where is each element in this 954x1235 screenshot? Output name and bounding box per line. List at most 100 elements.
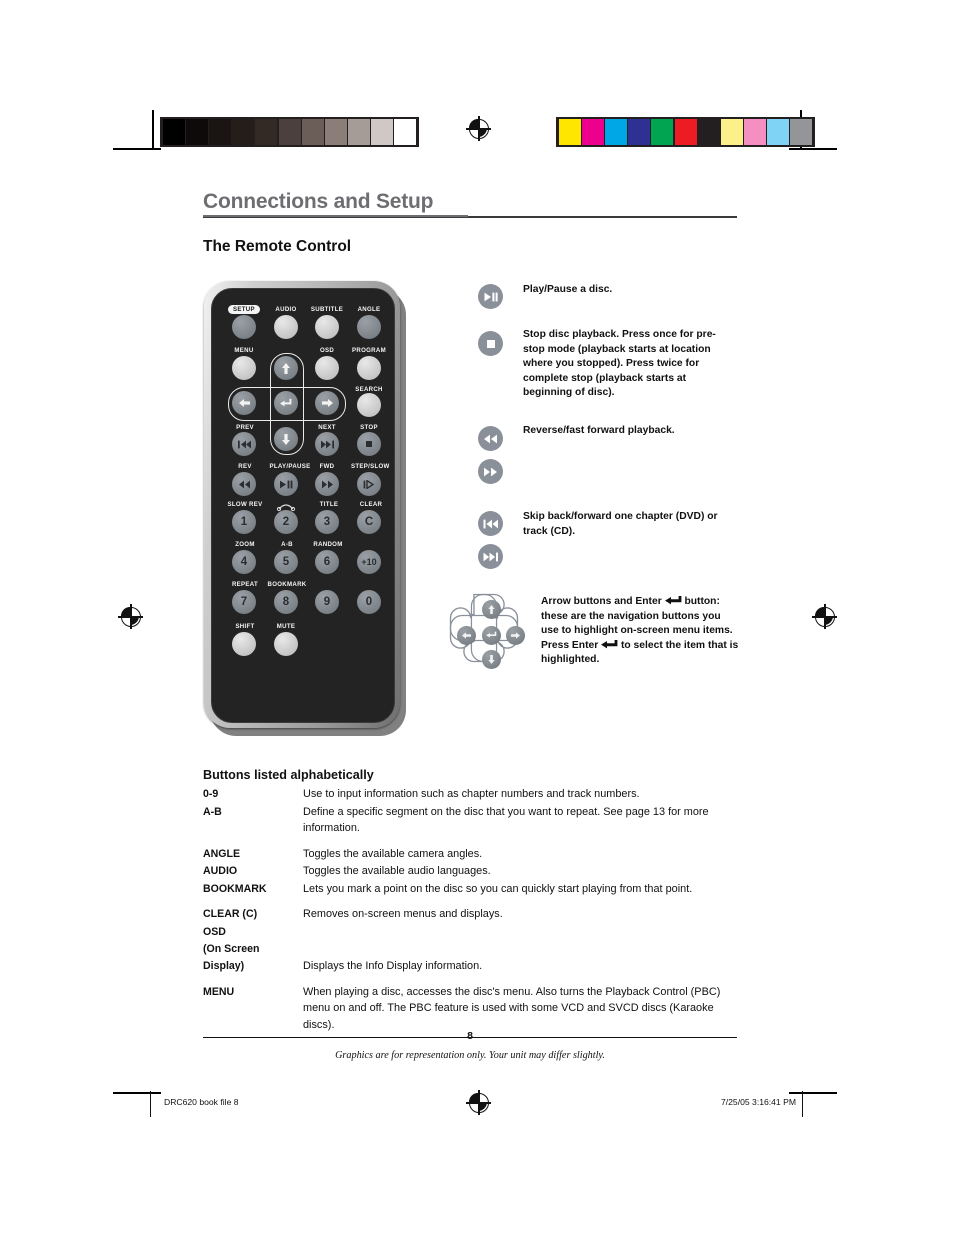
remote-label-slow-rev: SLOW REV [227, 501, 263, 508]
process-color-bar [556, 117, 816, 147]
button-list-description: Displays the Info Display information. [303, 960, 483, 973]
remote-label-random: RANDOM [313, 541, 343, 548]
remote-button-clear[interactable]: C [357, 510, 381, 534]
remote-button-next[interactable] [315, 432, 339, 456]
dpad-down-button[interactable] [481, 650, 501, 669]
remote-button-7[interactable]: 7 [232, 590, 256, 614]
button-list-row: (On Screen [203, 941, 737, 957]
remote-label-search: SEARCH [355, 386, 383, 393]
remote-button-arrow-right[interactable] [315, 391, 339, 415]
remote-button-enter[interactable] [274, 391, 298, 415]
enter-arrow-icon-2 [601, 639, 618, 649]
remote-button-0[interactable]: 0 [357, 590, 381, 614]
remote-button-3[interactable]: 3 [315, 510, 339, 534]
color-swatch [255, 119, 278, 145]
dpad-up-button[interactable] [481, 600, 501, 619]
color-swatch [185, 119, 208, 145]
button-list-description [303, 924, 737, 940]
remote-label-setup: SETUP [228, 305, 260, 314]
remote-button-5[interactable]: 5 [274, 550, 298, 574]
crop-mark-top-left-h [113, 148, 161, 150]
remote-label-rev: REV [238, 463, 252, 470]
arrow-up-icon [282, 362, 290, 374]
remote-button-step-slow[interactable] [357, 472, 381, 496]
color-swatch [348, 119, 371, 145]
remote-button-stop[interactable] [357, 432, 381, 456]
remote-label-menu: MENU [234, 347, 254, 354]
remote-button-8[interactable]: 8 [274, 590, 298, 614]
remote-label-clear: CLEAR [359, 501, 383, 508]
color-swatch [674, 119, 697, 145]
registration-mark-left [118, 604, 143, 629]
slug-rule-left [150, 1091, 152, 1117]
enter-arrow-icon [664, 596, 681, 605]
remote-button-shift[interactable] [232, 632, 256, 656]
chapter-title-underline [203, 215, 468, 218]
skip-back-icon [483, 519, 498, 528]
arrow-right-icon [511, 631, 520, 639]
buttons-alphabetical-list: 0-9 Use to input information such as chap… [203, 786, 737, 1034]
dpad-enter-button[interactable] [481, 625, 501, 645]
remote-button-menu[interactable] [232, 356, 256, 380]
remote-button-9[interactable]: 9 [315, 590, 339, 614]
remote-button-subtitle[interactable] [315, 315, 339, 339]
remote-button-play-pause[interactable] [274, 472, 298, 496]
annotation-play-pause-icon [478, 284, 503, 309]
button-list-row: OSD [203, 924, 737, 940]
enter-icon [485, 631, 496, 638]
button-list-term: BOOKMARK [203, 882, 267, 895]
slug-right-text: 7/25/05 3:16:41 PM [720, 1097, 796, 1107]
button-list-term: OSD [203, 925, 226, 938]
annotation-stop-text: Stop disc playback. Press once for pre-s… [523, 329, 716, 399]
remote-button-prev[interactable] [232, 432, 256, 456]
color-swatch [162, 119, 185, 145]
remote-label-ab: A-B [281, 541, 293, 548]
remote-button-arrow-left[interactable] [232, 391, 256, 415]
remote-button-program[interactable] [357, 356, 381, 380]
color-swatch [720, 119, 743, 145]
button-list-description: Toggles the available camera angles. [303, 847, 483, 860]
annotation-skip-forward-icon [478, 544, 503, 569]
grayscale-color-bar [160, 117, 420, 147]
crop-mark-bottom-left-h [113, 1092, 161, 1094]
annotation-rewind-icon [478, 426, 503, 451]
remote-button-angle[interactable] [357, 315, 381, 339]
remote-button-arrow-down[interactable] [274, 427, 298, 451]
dpad-right-button[interactable] [506, 625, 525, 645]
remote-label-osd: OSD [319, 347, 335, 354]
manual-page: Connections and Setup The Remote Control… [0, 0, 954, 1235]
remote-label-program: PROGRAM [352, 347, 386, 354]
remote-label-subtitle: SUBTITLE [310, 306, 344, 313]
annotation-stop-icon [478, 331, 503, 356]
skip-forward-icon [483, 552, 498, 561]
remote-face: SETUP AUDIO SUBTITLE ANGLE MENU OSD PROG… [211, 288, 395, 723]
remote-button-search[interactable] [357, 393, 381, 417]
remote-button-setup[interactable] [232, 315, 256, 339]
color-swatch [767, 119, 790, 145]
color-swatch [301, 119, 324, 145]
remote-button-2[interactable]: 2 [274, 510, 298, 534]
remote-button-arrow-up[interactable] [274, 356, 298, 380]
color-swatch [558, 119, 581, 145]
remote-label-step-slow: STEP/SLOW [351, 463, 390, 470]
remote-button-6[interactable]: 6 [315, 550, 339, 574]
remote-label-audio: AUDIO [275, 306, 297, 313]
button-list-term: CLEAR (C) [203, 908, 258, 921]
remote-button-osd[interactable] [315, 356, 339, 380]
button-list-term: AUDIO [203, 865, 238, 878]
button-list-description: Define a specific segment on the disc th… [303, 805, 709, 835]
remote-button-rev[interactable] [232, 472, 256, 496]
arrow-left-icon [462, 631, 471, 639]
chapter-title: Connections and Setup [203, 190, 434, 213]
color-swatch [697, 119, 720, 145]
remote-button-fwd[interactable] [315, 472, 339, 496]
remote-label-title: TITLE [319, 501, 339, 508]
remote-button-audio[interactable] [274, 315, 298, 339]
fast-forward-icon [321, 480, 333, 488]
remote-button-mute[interactable] [274, 632, 298, 656]
dpad-left-button[interactable] [457, 625, 476, 645]
remote-button-4[interactable]: 4 [232, 550, 256, 574]
remote-button-plus10[interactable]: +10 [357, 550, 381, 574]
remote-button-1[interactable]: 1 [232, 510, 256, 534]
button-list-row: CLEAR (C) Removes on-screen menus and dis… [203, 906, 737, 923]
